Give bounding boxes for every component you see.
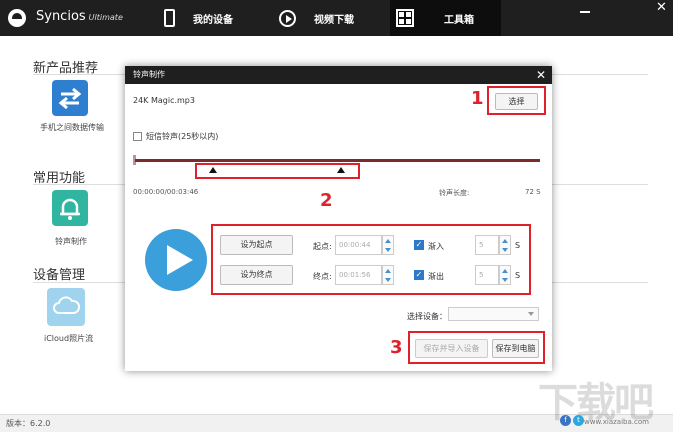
- annotation-number-3: 3: [390, 337, 403, 358]
- app-label-ringtone: 铃声制作: [55, 237, 87, 246]
- dialog-close-icon[interactable]: ✕: [536, 66, 546, 84]
- app-brand: Syncios Ultimate: [36, 9, 123, 24]
- tab-toolbox-label: 工具箱: [444, 14, 474, 26]
- tab-my-device[interactable]: 我的设备: [164, 0, 233, 36]
- bell-icon[interactable]: [52, 190, 88, 226]
- ringtone-length-value: 72 S: [525, 188, 541, 196]
- device-select-dropdown[interactable]: [448, 307, 539, 321]
- section-title-device-management: 设备管理: [33, 268, 86, 283]
- app-label-icloud: iCloud照片流: [44, 334, 94, 343]
- window-close-button[interactable]: ✕: [656, 0, 667, 15]
- tab-video-download-label: 视频下载: [314, 14, 354, 26]
- short-ringtone-label: 短信铃声(25秒以内): [146, 132, 219, 141]
- annotation-box-3: [408, 331, 545, 364]
- play-button[interactable]: [145, 229, 207, 291]
- top-bar: Syncios Ultimate 我的设备 视频下载 工具箱 ✕: [0, 0, 673, 36]
- play-icon: [279, 9, 296, 27]
- brand-edition: Ultimate: [88, 13, 123, 22]
- ringtone-maker-dialog: 铃声制作 ✕ 24K Magic.mp3 选择 短信铃声(25秒以内) 00:0…: [125, 66, 552, 371]
- tab-video-download[interactable]: 视频下载: [279, 0, 354, 36]
- annotation-number-2: 2: [320, 190, 333, 211]
- file-name: 24K Magic.mp3: [133, 96, 195, 105]
- tab-toolbox[interactable]: 工具箱: [390, 0, 501, 36]
- watermark: 下载吧 f t www.xiazaiba.com: [538, 374, 668, 426]
- phone-icon: [164, 9, 175, 27]
- dialog-header: 铃声制作 ✕: [125, 66, 552, 84]
- tab-my-device-label: 我的设备: [193, 14, 233, 26]
- transfer-arrows-icon[interactable]: [52, 80, 88, 116]
- version-text: 版本：6.2.0: [6, 419, 51, 428]
- annotation-box-2: [195, 163, 360, 179]
- annotation-number-1: 1: [471, 88, 484, 109]
- twitter-icon: t: [573, 415, 584, 426]
- brand-name: Syncios: [36, 9, 86, 24]
- audio-timeline-track[interactable]: [135, 159, 540, 162]
- annotation-box-2b: [211, 224, 531, 295]
- app-label-transfer: 手机之间数据传输: [40, 123, 104, 132]
- ringtone-length-label: 铃声长度:: [439, 189, 470, 197]
- facebook-icon: f: [560, 415, 571, 426]
- annotation-box-1: [487, 86, 546, 115]
- time-display: 00:00:00/00:03:46: [133, 188, 199, 196]
- watermark-url: www.xiazaiba.com: [584, 418, 649, 426]
- select-device-label: 选择设备：: [407, 312, 447, 321]
- cloud-icon[interactable]: [47, 288, 85, 326]
- dialog-title: 铃声制作: [133, 70, 165, 79]
- minimize-button[interactable]: [580, 4, 590, 13]
- short-ringtone-checkbox[interactable]: [133, 132, 142, 141]
- toolbox-icon: [396, 9, 414, 27]
- syncios-logo-icon: [8, 9, 26, 27]
